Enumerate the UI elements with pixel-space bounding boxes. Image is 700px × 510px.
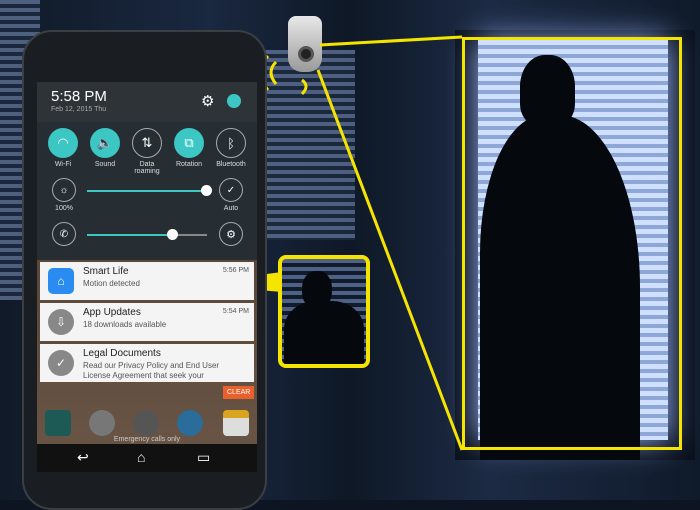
notification-smart-life[interactable]: ⌂ Smart Life Motion detected 5:56 PM [40,262,254,300]
phone-volume-icon: ✆ [52,222,76,246]
rotation-icon: ⧉ [174,128,204,158]
email-app-icon[interactable] [223,410,249,436]
clock: 5:58 PM [51,88,107,105]
bluetooth-icon: ᛒ [216,128,246,158]
phone-screen: 5:58 PM Feb 12, 2015 Thu ⚙ ◠ Wi-Fi 🔈 Sound… [37,82,257,472]
data-roaming-icon: ⇅ [132,128,162,158]
download-icon: ⇩ [48,309,74,335]
phone-app-icon[interactable] [45,410,71,436]
notification-time: 5:56 PM [222,267,249,274]
volume-slider[interactable] [87,229,207,240]
date: Feb 12, 2015 Thu [51,106,107,113]
volume-settings-icon[interactable]: ⚙ [219,222,243,246]
notification-text: 18 downloads available [83,320,167,329]
clear-button[interactable]: CLEAR [223,386,255,399]
back-icon[interactable]: ↩ [77,449,89,466]
notification-text: Motion detected [83,279,140,288]
tile-data-roaming[interactable]: ⇅ Data roaming [127,128,167,175]
notification-title: Smart Life [83,266,129,277]
brightness-icon-wrap: ☼ 100% [44,178,84,212]
home-icon[interactable]: ⌂ [137,449,145,465]
tile-sound[interactable]: 🔈 Sound [85,128,125,168]
notification-title: Legal Documents [83,348,161,359]
quick-settings: ◠ Wi-Fi 🔈 Sound ⇅ Data roaming ⧉ Rotation ᛒB… [37,122,257,260]
tile-bluetooth[interactable]: ᛒ Bluetooth [211,128,251,168]
user-icon[interactable] [227,94,241,108]
brightness-slider[interactable] [87,185,212,196]
contacts-app-icon[interactable] [89,410,115,436]
tile-rotation[interactable]: ⧉ Rotation [169,128,209,168]
notification-app-updates[interactable]: ⇩ App Updates 18 downloads available 5:5… [40,303,254,341]
recents-icon[interactable]: ▭ [197,449,210,466]
notification-text: Read our Privacy Policy and End User Lic… [83,361,220,380]
emergency-text: Emergency calls only [113,436,181,443]
gear-icon[interactable]: ⚙ [201,92,214,110]
nav-bar: ↩ ⌂ ▭ [37,444,257,472]
notification-title: App Updates [83,307,141,318]
notification-time: 5:54 PM [222,308,249,315]
auto-brightness-toggle[interactable]: ✓ Auto [211,178,251,212]
wifi-icon: ◠ [48,128,78,158]
notification-legal-documents[interactable]: ✓ Legal Documents Read our Privacy Polic… [40,344,254,382]
status-header: 5:58 PM Feb 12, 2015 Thu ⚙ [37,82,257,122]
smart-life-app-icon: ⌂ [48,268,74,294]
apps-icon[interactable] [133,410,159,436]
check-icon: ✓ [48,350,74,376]
browser-app-icon[interactable] [177,410,203,436]
sound-icon: 🔈 [90,128,120,158]
check-icon: ✓ [219,178,243,202]
brightness-icon: ☼ [52,178,76,202]
tile-wifi[interactable]: ◠ Wi-Fi [43,128,83,168]
